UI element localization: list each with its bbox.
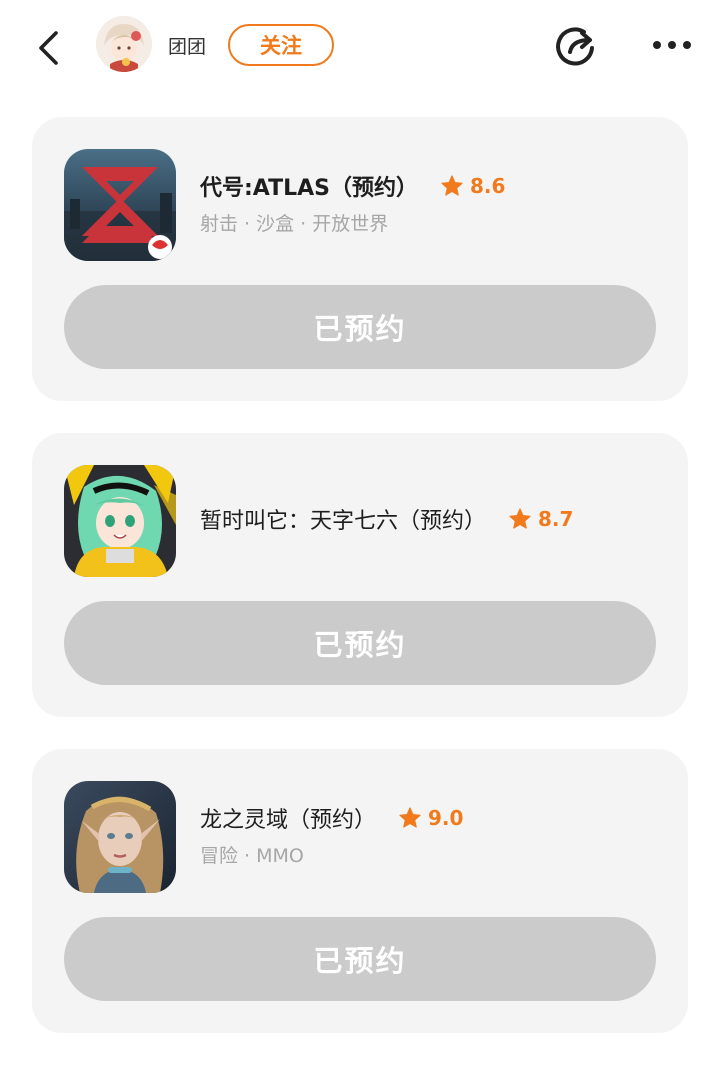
rating-value: 9.0 <box>428 806 464 830</box>
more-icon-dot <box>668 41 676 49</box>
star-icon <box>399 807 421 828</box>
game-info: 暂时叫它：天字七六（预约） 8.7 <box>200 485 660 536</box>
game-info: 代号:ATLAS（预约） 8.6 射击 · 沙盒 · 开放世界 <box>200 169 660 236</box>
reserved-button[interactable]: 已预约 <box>64 285 656 369</box>
title-row: 暂时叫它：天字七六（预约） 8.7 <box>200 502 660 536</box>
rating-value: 8.7 <box>538 507 574 531</box>
star-icon <box>441 175 463 196</box>
more-icon-dot <box>653 41 661 49</box>
title-row: 龙之灵域（预约） 9.0 <box>200 801 660 835</box>
follow-button[interactable]: 关注 <box>228 24 334 66</box>
rating: 9.0 <box>398 806 463 830</box>
back-arrow-icon <box>39 31 58 65</box>
avatar[interactable] <box>96 16 152 72</box>
rating-value: 8.6 <box>470 174 506 198</box>
username[interactable]: 团团 <box>168 32 206 59</box>
anime-girl-game-icon[interactable] <box>64 465 176 577</box>
game-title[interactable]: 龙之灵域（预约） <box>200 802 376 834</box>
game-title[interactable]: 代号:ATLAS（预约） <box>200 170 418 202</box>
avatar-image <box>96 16 152 72</box>
back-button[interactable] <box>28 26 68 70</box>
title-row: 代号:ATLAS（预约） 8.6 <box>200 169 660 203</box>
rating: 8.6 <box>440 174 505 198</box>
reserved-button[interactable]: 已预约 <box>64 601 656 685</box>
more-button[interactable] <box>644 30 700 60</box>
rating: 8.7 <box>508 507 573 531</box>
star-icon <box>509 508 531 529</box>
game-card[interactable]: 暂时叫它：天字七六（预约） 8.7 已预约 <box>32 433 688 717</box>
more-icon-dot <box>683 41 691 49</box>
game-tags: 冒险 · MMO <box>200 845 304 867</box>
top-bar: 团团 关注 <box>0 0 708 96</box>
game-info: 龙之灵域（预约） 9.0 冒险 · MMO <box>200 801 660 868</box>
share-button[interactable] <box>552 22 600 70</box>
game-card[interactable]: 代号:ATLAS（预约） 8.6 射击 · 沙盒 · 开放世界 已预约 <box>32 117 688 401</box>
share-icon <box>556 27 594 66</box>
reserved-button[interactable]: 已预约 <box>64 917 656 1001</box>
game-title[interactable]: 暂时叫它：天字七六（预约） <box>200 503 486 535</box>
game-tags: 射击 · 沙盒 · 开放世界 <box>200 213 389 235</box>
elf-game-icon[interactable] <box>64 781 176 893</box>
game-card[interactable]: 龙之灵域（预约） 9.0 冒险 · MMO 已预约 <box>32 749 688 1033</box>
atlas-game-icon[interactable] <box>64 149 176 261</box>
